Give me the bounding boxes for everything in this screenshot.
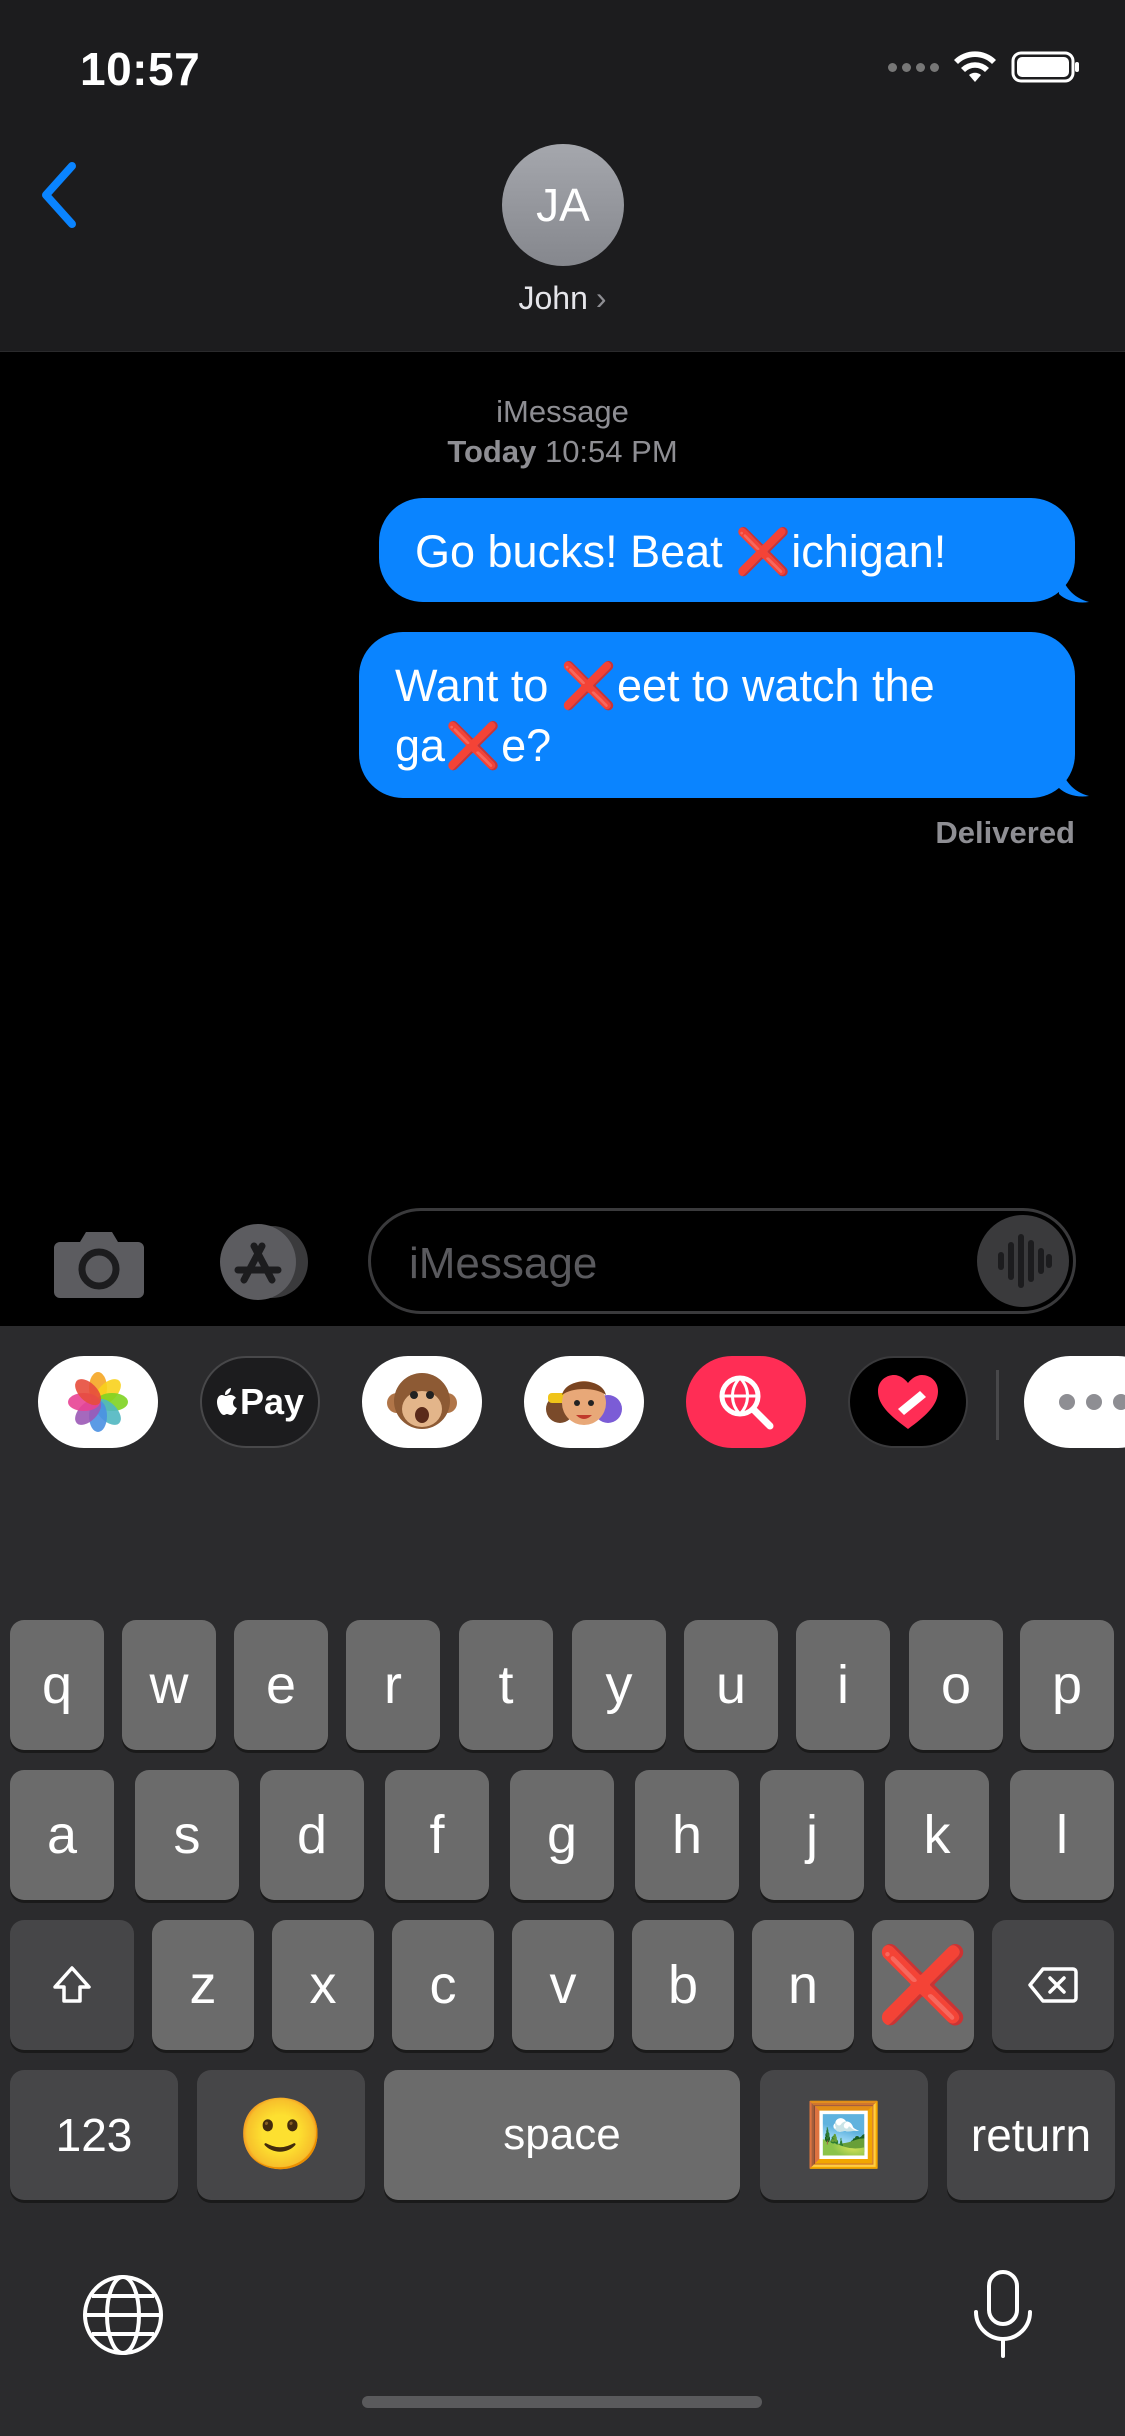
key-w[interactable]: w (122, 1620, 216, 1750)
key-e[interactable]: e (234, 1620, 328, 1750)
message-text: ichigan! (791, 526, 947, 577)
time-label: 10:54 PM (544, 434, 678, 469)
key-o[interactable]: o (909, 1620, 1003, 1750)
key-j[interactable]: j (760, 1770, 864, 1900)
message-text: e? (501, 720, 552, 771)
audio-message-button[interactable] (977, 1215, 1069, 1307)
image-key[interactable]: 🖼️ (760, 2070, 928, 2200)
back-chevron-icon[interactable] (36, 160, 86, 230)
key-g[interactable]: g (510, 1770, 614, 1900)
status-time: 10:57 (80, 43, 201, 95)
cross-mark-emoji: ❌ (876, 1942, 970, 2026)
numbers-key[interactable]: 123 (10, 2070, 178, 2200)
cross-mark-emoji: ❌ (560, 660, 617, 711)
globe-icon[interactable] (80, 2272, 166, 2358)
chevron-right-icon: › (595, 280, 607, 316)
key-c[interactable]: c (392, 1920, 494, 2050)
key-i[interactable]: i (796, 1620, 890, 1750)
message-text: Go bucks! Beat (415, 526, 736, 577)
camera-icon[interactable] (52, 1226, 146, 1300)
conversation-header: 10:57 JA John › (0, 0, 1125, 352)
key-k[interactable]: k (885, 1770, 989, 1900)
return-key[interactable]: return (947, 2070, 1115, 2200)
key-r[interactable]: r (346, 1620, 440, 1750)
key-s[interactable]: s (135, 1770, 239, 1900)
home-indicator[interactable] (362, 2396, 762, 2408)
space-key[interactable]: space (384, 2070, 740, 2200)
key-t[interactable]: t (459, 1620, 553, 1750)
dictation-mic-icon[interactable] (968, 2268, 1038, 2364)
key-a[interactable]: a (10, 1770, 114, 1900)
cross-mark-emoji: ❌ (445, 720, 502, 771)
message-input-placeholder: iMessage (409, 1239, 598, 1288)
key-cross-mark[interactable]: ❌ (872, 1920, 974, 2050)
animoji-app-icon[interactable] (362, 1356, 482, 1448)
key-q[interactable]: q (10, 1620, 104, 1750)
contact-avatar[interactable]: JA (502, 144, 624, 266)
contact-name[interactable]: John › (0, 280, 1125, 317)
digital-touch-app-icon[interactable] (848, 1356, 968, 1448)
key-u[interactable]: u (684, 1620, 778, 1750)
app-store-icon[interactable] (210, 1222, 320, 1302)
wifi-icon (954, 51, 996, 82)
delete-key[interactable] (992, 1920, 1114, 2050)
date-label: Today (447, 434, 537, 469)
monkey-face-icon (387, 1373, 457, 1429)
cross-mark-emoji: ❌ (735, 526, 792, 577)
shift-key[interactable] (10, 1920, 134, 2050)
key-n[interactable]: n (752, 1920, 854, 2050)
message-bubble[interactable]: Go bucks! Beat ❌ichigan! (379, 498, 1075, 602)
cellular-signal-icon (888, 62, 939, 72)
apple-pay-label: Pay (239, 1381, 305, 1422)
bubble-tail (1059, 568, 1089, 603)
app-strip-divider (996, 1370, 999, 1440)
avatar-initials: JA (536, 179, 590, 231)
memoji-app-icon[interactable] (524, 1356, 644, 1448)
more-apps-icon[interactable] (1024, 1356, 1125, 1448)
service-label: iMessage (496, 394, 629, 429)
conversation-timestamp: iMessage Today 10:54 PM (0, 392, 1125, 472)
apple-logo-icon (216, 1388, 237, 1415)
waveform-icon (998, 1234, 1052, 1288)
message-bubble[interactable]: Want to ❌eet to watch the ga❌e? (359, 632, 1075, 798)
photos-app-icon[interactable] (38, 1356, 158, 1448)
key-f[interactable]: f (385, 1770, 489, 1900)
image-search-app-icon[interactable] (686, 1356, 806, 1448)
status-icons (888, 50, 1081, 84)
globe-search-icon (719, 1375, 774, 1430)
shift-arrow-icon (53, 1966, 91, 2003)
key-h[interactable]: h (635, 1770, 739, 1900)
message-text: eet to watch the (616, 660, 935, 711)
key-p[interactable]: p (1020, 1620, 1114, 1750)
message-input[interactable]: iMessage (368, 1208, 1076, 1314)
heart-touch-icon (878, 1375, 938, 1429)
key-b[interactable]: b (632, 1920, 734, 2050)
key-v[interactable]: v (512, 1920, 614, 2050)
battery-icon (1011, 51, 1079, 83)
message-text: ga (395, 720, 446, 771)
contact-name-label: John (518, 280, 588, 316)
key-x[interactable]: x (272, 1920, 374, 2050)
apple-pay-app-icon[interactable]: Pay (200, 1356, 320, 1448)
key-z[interactable]: z (152, 1920, 254, 2050)
bubble-tail (1059, 762, 1089, 797)
app-drawer: Pay (0, 1356, 1125, 1452)
delivery-status: Delivered (935, 815, 1075, 850)
memoji-faces-icon (546, 1381, 622, 1425)
emoji-key[interactable]: 🙂 (197, 2070, 365, 2200)
key-d[interactable]: d (260, 1770, 364, 1900)
key-l[interactable]: l (1010, 1770, 1114, 1900)
key-y[interactable]: y (572, 1620, 666, 1750)
message-text: Want to (395, 660, 561, 711)
delete-backspace-icon (1028, 1967, 1078, 2003)
